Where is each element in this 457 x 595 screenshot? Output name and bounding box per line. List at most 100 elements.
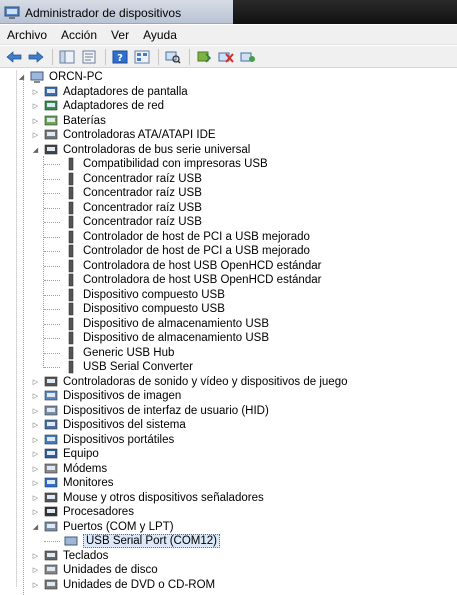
- tree-device[interactable]: Dispositivo de almacenamiento USB: [44, 317, 270, 332]
- menu-ayuda[interactable]: Ayuda: [136, 25, 184, 45]
- tree-device[interactable]: Dispositivo de almacenamiento USB: [44, 331, 270, 346]
- tree-category[interactable]: ▷ Dispositivos del sistema: [31, 418, 186, 433]
- tree-device[interactable]: Controladora de host USB OpenHCD estánda…: [44, 273, 321, 288]
- tree-category[interactable]: ▷ Unidades de DVD o CD-ROM: [31, 578, 215, 593]
- tree-category[interactable]: ▷ Equipo: [31, 447, 99, 462]
- collapse-icon[interactable]: ◢: [31, 522, 40, 531]
- mouse-icon: [44, 492, 58, 503]
- usb-device-icon: [68, 346, 74, 359]
- usb-device-icon: [68, 317, 74, 330]
- menu-archivo[interactable]: Archivo: [0, 25, 54, 45]
- tree-category[interactable]: ▷ Módems: [31, 462, 107, 477]
- expand-icon[interactable]: ▷: [31, 435, 40, 444]
- expand-icon[interactable]: ▷: [31, 87, 40, 96]
- tree-device[interactable]: Dispositivo compuesto USB: [44, 288, 225, 303]
- tree-device-label: Dispositivo de almacenamiento USB: [83, 317, 270, 330]
- tree-category[interactable]: ▷ Adaptadores de red: [31, 99, 164, 114]
- tree-guide-line: [44, 265, 60, 267]
- collapse-icon[interactable]: ◢: [31, 145, 40, 154]
- tree-category-label: Adaptadores de pantalla: [63, 85, 188, 98]
- tree-category-label: Baterías: [63, 114, 106, 127]
- disable-device-icon[interactable]: [216, 48, 236, 66]
- display-adapter-icon: [44, 86, 58, 97]
- tree-category-label: Controladoras de sonido y vídeo y dispos…: [63, 375, 348, 388]
- tree-category[interactable]: ▷ Unidades de disco: [31, 563, 158, 578]
- tree-category[interactable]: ▷ Dispositivos de imagen: [31, 389, 181, 404]
- tree-device[interactable]: Concentrador raíz USB: [44, 201, 202, 216]
- usb-device-icon: [68, 201, 74, 214]
- expand-icon[interactable]: ▷: [31, 116, 40, 125]
- back-arrow-icon[interactable]: [4, 48, 24, 66]
- tree-device-label: Concentrador raíz USB: [83, 201, 202, 214]
- ide-controller-icon: [44, 129, 58, 140]
- expand-icon[interactable]: ▷: [31, 450, 40, 459]
- tree-device[interactable]: Concentrador raíz USB: [44, 186, 202, 201]
- svg-text:?: ?: [117, 53, 123, 64]
- modem-icon: [44, 463, 58, 474]
- expand-icon[interactable]: ▷: [31, 580, 40, 589]
- tree-category[interactable]: ▷ Baterías: [31, 114, 106, 129]
- tree-category[interactable]: ▷ Dispositivos de interfaz de usuario (HI…: [31, 404, 269, 419]
- expand-icon[interactable]: ▷: [31, 566, 40, 575]
- expand-icon[interactable]: ▷: [31, 102, 40, 111]
- tree-category[interactable]: ▷ Mouse y otros dispositivos señaladores: [31, 491, 264, 506]
- tree-category[interactable]: ▷ Procesadores: [31, 505, 134, 520]
- tree-category[interactable]: ◢ Puertos (COM y LPT): [31, 520, 174, 535]
- tree-category[interactable]: ◢ Controladoras de bus serie universal: [31, 143, 251, 158]
- tree-device[interactable]: Generic USB Hub: [44, 346, 174, 361]
- tree-device[interactable]: Concentrador raíz USB: [44, 215, 202, 230]
- expand-icon[interactable]: ▷: [31, 551, 40, 560]
- menu-accion[interactable]: Acción: [54, 25, 104, 45]
- tree-device[interactable]: Compatibilidad con impresoras USB: [44, 157, 268, 172]
- expand-icon[interactable]: ▷: [31, 464, 40, 473]
- battery-icon: [44, 115, 58, 126]
- tree-device-label: Dispositivo de almacenamiento USB: [83, 332, 270, 345]
- tree-device[interactable]: USB Serial Converter: [44, 360, 193, 375]
- tree-root[interactable]: ◢ ORCN-PC: [17, 70, 103, 85]
- expand-icon[interactable]: ▷: [31, 392, 40, 401]
- expand-icon[interactable]: ▷: [31, 479, 40, 488]
- expand-icon[interactable]: ▷: [31, 508, 40, 517]
- tree-device[interactable]: Controlador de host de PCI a USB mejorad…: [44, 230, 310, 245]
- help-icon[interactable]: ?: [110, 48, 130, 66]
- tree-category[interactable]: ▷ Controladoras ATA/ATAPI IDE: [31, 128, 216, 143]
- tree-guide-line: [44, 338, 60, 339]
- properties-icon[interactable]: [79, 48, 99, 66]
- expand-icon[interactable]: ▷: [31, 377, 40, 386]
- tree-category[interactable]: ▷ Monitores: [31, 476, 114, 491]
- expand-icon[interactable]: ▷: [31, 493, 40, 502]
- tree-device-selected[interactable]: USB Serial Port (COM12): [44, 534, 221, 549]
- tree-device-label: Dispositivo compuesto USB: [83, 288, 225, 301]
- collapse-icon[interactable]: ◢: [17, 73, 26, 82]
- update-driver-icon[interactable]: [194, 48, 214, 66]
- tree-category-label: Módems: [63, 462, 108, 475]
- scan-hardware-icon[interactable]: [163, 48, 183, 66]
- expand-icon[interactable]: ▷: [31, 131, 40, 140]
- expand-icon[interactable]: ▷: [31, 421, 40, 430]
- forward-arrow-icon[interactable]: [26, 48, 46, 66]
- uninstall-device-icon[interactable]: [238, 48, 258, 66]
- usb-device-icon: [68, 361, 74, 374]
- tree-category[interactable]: ▷ Adaptadores de pantalla: [31, 85, 188, 100]
- disk-drive-icon: [44, 564, 58, 575]
- tree-category[interactable]: ▷ Controladoras de sonido y vídeo y dispo…: [31, 375, 348, 390]
- tree-category[interactable]: ▷ Teclados: [31, 549, 109, 564]
- tree-device-label: Compatibilidad con impresoras USB: [83, 158, 268, 171]
- tree-device[interactable]: Controlador de host de PCI a USB mejorad…: [44, 244, 310, 259]
- port-icon: [44, 521, 58, 532]
- toolbar-separator: [189, 48, 190, 65]
- monitor-icon: [44, 477, 58, 488]
- tree-device[interactable]: Controladora de host USB OpenHCD estánda…: [44, 259, 321, 274]
- keyboard-icon: [44, 550, 58, 561]
- menu-ver[interactable]: Ver: [104, 25, 136, 45]
- usb-device-icon: [68, 245, 74, 258]
- tree-device[interactable]: Concentrador raíz USB: [44, 172, 202, 187]
- tree-device[interactable]: Dispositivo compuesto USB: [44, 302, 225, 317]
- menu-bar: Archivo Acción Ver Ayuda: [0, 25, 457, 45]
- view-icon[interactable]: [132, 48, 152, 66]
- tree-guide-line: [44, 207, 60, 209]
- console-tree-icon[interactable]: [57, 48, 77, 66]
- device-manager-icon: [4, 6, 20, 19]
- tree-category[interactable]: ▷ Dispositivos portátiles: [31, 433, 174, 448]
- expand-icon[interactable]: ▷: [31, 406, 40, 415]
